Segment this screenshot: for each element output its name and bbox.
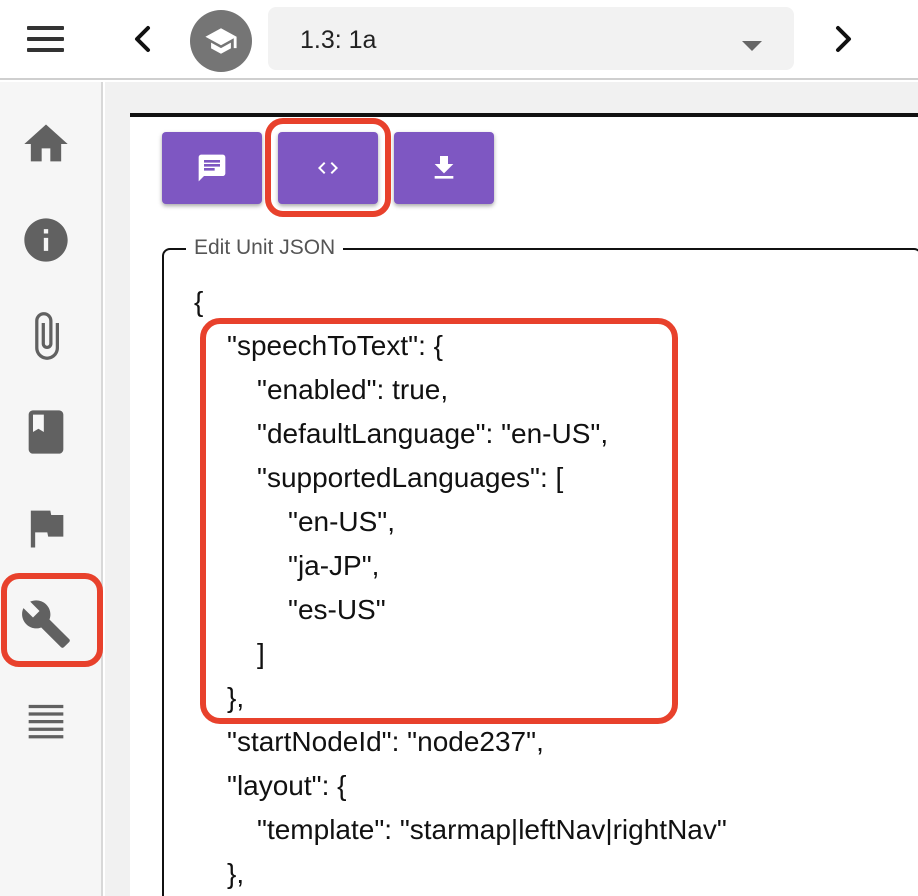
- json-line: },: [227, 858, 245, 889]
- sidebar: [0, 82, 103, 896]
- chevron-left-icon[interactable]: [128, 22, 158, 56]
- chevron-right-icon[interactable]: [828, 22, 858, 56]
- comment-icon: [198, 154, 226, 182]
- comment-button[interactable]: [162, 132, 262, 204]
- paperclip-icon[interactable]: [20, 310, 72, 362]
- download-button[interactable]: [394, 132, 494, 204]
- code-button-highlight-box: [265, 118, 391, 217]
- list-icon[interactable]: [20, 694, 72, 746]
- json-highlight-box: [200, 318, 678, 724]
- menu-icon[interactable]: [27, 26, 67, 52]
- school-icon: [190, 10, 252, 72]
- book-icon[interactable]: [20, 406, 72, 458]
- unit-select[interactable]: 1.3: 1a: [268, 7, 794, 70]
- json-line: "layout": {: [227, 770, 347, 801]
- json-line: {: [194, 286, 204, 317]
- tools-highlight-box: [1, 573, 103, 667]
- home-icon[interactable]: [20, 118, 72, 170]
- json-line: "template": "starmap|leftNav|rightNav": [257, 814, 727, 845]
- info-icon[interactable]: [20, 214, 72, 266]
- unit-select-value: 1.3: 1a: [300, 26, 377, 54]
- top-bar: 1.3: 1a: [0, 0, 918, 80]
- download-icon: [434, 156, 454, 179]
- json-line: "startNodeId": "node237",: [227, 726, 544, 757]
- dropdown-arrow-icon: [742, 41, 762, 51]
- json-editor-legend: Edit Unit JSON: [186, 236, 344, 260]
- flag-icon[interactable]: [20, 502, 72, 554]
